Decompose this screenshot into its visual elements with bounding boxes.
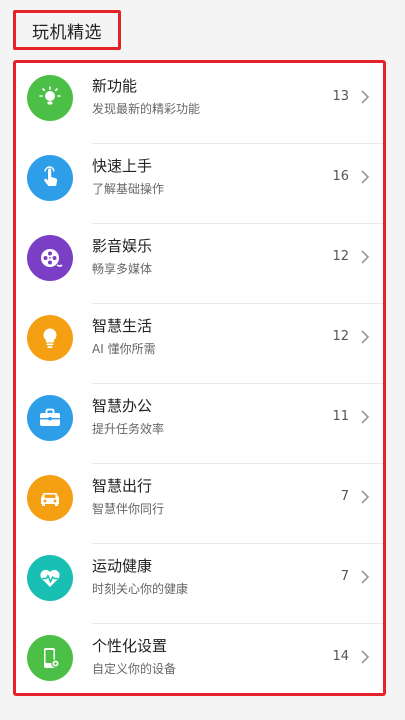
item-title: 影音娱乐 [92,237,153,255]
item-subtitle: 了解基础操作 [92,182,165,196]
list-item-new-features[interactable]: 新功能 发现最新的精彩功能 13 [16,63,383,143]
item-title: 个性化设置 [92,637,168,655]
chevron-right-icon [361,250,370,264]
feature-list: 新功能 发现最新的精彩功能 13 快速上手 了解基础操作 16 影音娱乐 畅享多… [13,60,386,696]
list-item-quick-start[interactable]: 快速上手 了解基础操作 16 [16,143,383,223]
chevron-right-icon [361,650,370,664]
page-title: 玩机精选 [32,22,102,43]
item-title: 智慧出行 [92,477,153,495]
item-subtitle: 自定义你的设备 [92,662,177,676]
car-icon [27,475,73,521]
item-subtitle: 时刻关心你的健康 [92,582,189,596]
page: 玩机精选 新功能 发现最新的精彩功能 13 快速上手 了解基础操作 16 影音娱… [0,0,405,720]
chevron-right-icon [361,490,370,504]
lightbulb-icon [27,315,73,361]
heart-pulse-icon [27,555,73,601]
item-count: 7 [340,569,349,584]
briefcase-icon [27,395,73,441]
item-subtitle: 智慧伴你同行 [92,502,165,516]
phone-settings-icon [27,635,73,681]
chevron-right-icon [361,570,370,584]
item-count: 13 [332,89,349,104]
item-title: 新功能 [92,77,138,95]
list-item-smart-office[interactable]: 智慧办公 提升任务效率 11 [16,383,383,463]
list-item-health[interactable]: 运动健康 时刻关心你的健康 7 [16,543,383,623]
list-item-smart-travel[interactable]: 智慧出行 智慧伴你同行 7 [16,463,383,543]
item-title: 快速上手 [92,157,153,175]
item-count: 7 [340,489,349,504]
list-item-smart-life[interactable]: 智慧生活 AI 懂你所需 12 [16,303,383,383]
item-title: 智慧办公 [92,397,153,415]
item-subtitle: 畅享多媒体 [92,262,153,276]
chevron-right-icon [361,90,370,104]
chevron-right-icon [361,410,370,424]
item-subtitle: 提升任务效率 [92,422,165,436]
item-count: 12 [332,329,349,344]
item-count: 12 [332,249,349,264]
list-item-media[interactable]: 影音娱乐 畅享多媒体 12 [16,223,383,303]
film-reel-icon [27,235,73,281]
item-count: 14 [332,649,349,664]
item-count: 16 [332,169,349,184]
list-item-personalization[interactable]: 个性化设置 自定义你的设备 14 [16,623,383,693]
item-title: 智慧生活 [92,317,153,335]
tap-hand-icon [27,155,73,201]
item-subtitle: 发现最新的精彩功能 [92,102,201,116]
item-subtitle: AI 懂你所需 [92,342,156,356]
item-title: 运动健康 [92,557,153,575]
chevron-right-icon [361,170,370,184]
bulb-icon [27,75,73,121]
item-count: 11 [332,409,349,424]
chevron-right-icon [361,330,370,344]
section-header: 玩机精选 [13,10,121,50]
